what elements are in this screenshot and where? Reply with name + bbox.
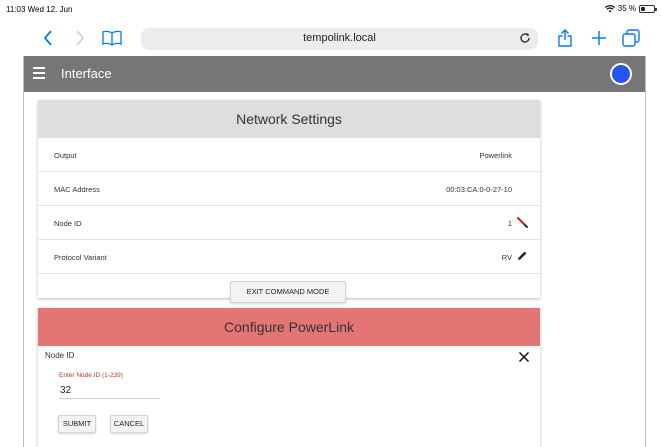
settings-row-node-id: Node ID 1: [38, 206, 540, 240]
battery-icon: [639, 4, 657, 13]
wifi-icon: [604, 4, 615, 12]
exit-row: EXIT COMMAND MODE: [38, 274, 540, 303]
settings-row-output: Output Powerlink: [38, 138, 540, 172]
configure-subtitle: Node ID: [45, 351, 75, 360]
battery-percentage: 35 %: [617, 4, 636, 13]
node-id-field-label: Enter Node ID (1-239): [59, 372, 123, 379]
connection-status-indicator[interactable]: [610, 63, 632, 85]
row-label: Protocol Variant: [54, 253, 107, 262]
tabs-overview-icon[interactable]: [620, 26, 642, 50]
submit-button[interactable]: SUBMIT: [58, 415, 96, 433]
node-id-input[interactable]: [59, 383, 160, 399]
exit-command-mode-button[interactable]: EXIT COMMAND MODE: [230, 281, 346, 303]
row-label: Node ID: [54, 219, 82, 228]
close-icon[interactable]: [518, 351, 530, 363]
address-bar[interactable]: tempolink.local: [141, 28, 538, 50]
screen: 11:03 Wed 12. Jun 35 % tempolink.local I…: [0, 0, 661, 447]
configure-title: Configure PowerLink: [38, 308, 540, 346]
settings-row-protocol-variant: Protocol Variant RV: [38, 240, 540, 274]
new-tab-icon[interactable]: [588, 26, 610, 50]
edit-pencil-icon[interactable]: [516, 250, 528, 262]
status-time: 11:03 Wed 12. Jun: [6, 5, 73, 14]
row-label: MAC Address: [54, 185, 100, 194]
share-icon[interactable]: [554, 26, 576, 50]
status-right: 35 %: [604, 4, 657, 13]
row-label: Output: [54, 151, 77, 160]
row-value: 1: [507, 219, 512, 228]
browser-toolbar: tempolink.local: [23, 20, 646, 56]
configure-powerlink-card: Configure PowerLink Node ID Enter Node I…: [38, 308, 540, 447]
row-value: RV: [501, 253, 512, 262]
app-title: Interface: [61, 66, 112, 81]
edit-pencil-red-icon[interactable]: [516, 216, 528, 228]
network-settings-title: Network Settings: [38, 100, 540, 138]
menu-icon[interactable]: [33, 67, 45, 81]
network-settings-card: Network Settings Output Powerlink MAC Ad…: [38, 100, 540, 303]
row-value: 00:03:CA:0-0-27-10: [446, 185, 512, 194]
frame-edge-right: [645, 56, 646, 447]
back-icon[interactable]: [37, 26, 59, 50]
forward-icon[interactable]: [69, 26, 91, 50]
cancel-button[interactable]: CANCEL: [110, 415, 148, 433]
frame-edge-left: [23, 56, 24, 447]
bookmarks-icon[interactable]: [101, 26, 123, 50]
settings-row-mac-address: MAC Address 00:03:CA:0-0-27-10: [38, 172, 540, 206]
status-bar: 11:03 Wed 12. Jun 35 %: [0, 0, 661, 20]
app-bar: Interface: [24, 56, 645, 92]
row-value: Powerlink: [479, 151, 512, 160]
url-text: tempolink.local: [303, 32, 376, 44]
reload-icon[interactable]: [519, 32, 531, 44]
